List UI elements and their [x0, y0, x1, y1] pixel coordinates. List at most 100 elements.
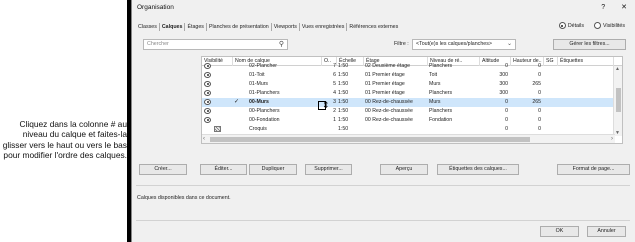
search-placeholder: Chercher — [147, 41, 169, 47]
eye-icon[interactable] — [204, 117, 211, 123]
cell-story: 01 Premier étage — [365, 72, 405, 78]
table-row[interactable]: 02-Plancher 7 1:50 02 Deuxième étage Planche… — [202, 62, 614, 71]
cell-story — [365, 125, 427, 134]
tab-classes[interactable]: Classes — [136, 23, 160, 31]
visibility-label: Visibilités — [603, 22, 625, 29]
help-icon[interactable]: ? — [601, 0, 605, 16]
cell-order: 7 — [333, 63, 336, 69]
cell-name: 01-Toit — [249, 72, 265, 78]
cell-story: 00 Rez-de-chaussée — [365, 108, 413, 114]
active-layer-check-icon: ✓ — [234, 99, 240, 105]
preview-button[interactable]: Aperçu — [380, 164, 428, 175]
layer-labels-button[interactable]: Étiquettes des calques... — [437, 164, 519, 175]
edit-button[interactable]: Éditer... — [200, 164, 247, 175]
cell-name: 02-Plancher — [249, 63, 277, 69]
cancel-button[interactable]: Annuler — [587, 226, 626, 237]
edit-filters-button[interactable]: Gérer les filtres... — [553, 39, 626, 50]
cell-alt: 0 — [505, 63, 508, 69]
create-button[interactable]: Créer... — [139, 164, 187, 175]
scroll-right-icon[interactable]: › — [611, 135, 613, 143]
eye-icon[interactable] — [204, 72, 211, 78]
divider — [136, 220, 630, 221]
delete-button[interactable]: Supprimer... — [305, 164, 352, 175]
cell-alt: 300 — [499, 72, 508, 78]
cell-scale: 1:50 — [338, 90, 349, 96]
cell-order: 5 — [333, 81, 336, 87]
filter-select[interactable]: <Tout(e)s les calques/planches> ⌄ — [412, 39, 516, 50]
drag-cursor-icon: ⇕ — [322, 100, 330, 110]
status-text: Calques disponibles dans ce document. — [137, 195, 231, 201]
cell-scale: 1:50 — [338, 63, 349, 69]
visibility-radio[interactable]: Visibilités — [594, 22, 625, 29]
scroll-up-icon[interactable]: ▲ — [615, 66, 620, 72]
cell-order: 1 — [333, 117, 336, 123]
table-row[interactable]: 01-Murs 5 1:50 01 Premier étage Murs 300 265 — [202, 80, 614, 89]
cell-level — [429, 125, 479, 134]
close-icon[interactable]: ✕ — [621, 0, 627, 16]
table-row[interactable]: 01-Planchers 4 1:50 01 Premier étage Planche… — [202, 89, 614, 98]
table-row[interactable]: Croquis 1:50 0 0 — [202, 125, 614, 134]
eye-icon[interactable] — [204, 99, 211, 105]
cell-scale: 1:50 — [338, 126, 349, 132]
cell-level: Planchers — [429, 90, 453, 96]
tab-calques[interactable]: Calques — [160, 23, 186, 31]
hidden-layer-icon[interactable] — [214, 126, 221, 132]
cell-order: 4 — [333, 90, 336, 96]
radio-dot-icon — [558, 22, 566, 29]
title-bar: Organisation ? ✕ — [132, 0, 635, 16]
tab-references[interactable]: Références externes — [347, 23, 400, 31]
cell-story: 02 Deuxième étage — [365, 63, 410, 69]
cell-alt: 0 — [505, 126, 508, 132]
details-radio[interactable]: Détails — [558, 22, 584, 29]
cell-level: Planchers — [429, 108, 453, 114]
search-input[interactable]: Chercher ⚲ — [143, 39, 288, 50]
eye-icon[interactable] — [204, 81, 211, 87]
horizontal-scrollbar[interactable]: ‹ › — [202, 134, 615, 143]
cell-scale: 1:50 — [338, 99, 349, 105]
tab-viewports[interactable]: Viewports — [272, 23, 300, 31]
cell-alt: 300 — [499, 90, 508, 96]
cell-height: 0 — [538, 117, 541, 123]
chevron-down-icon: ⌄ — [506, 41, 512, 47]
cell-name: 00-Planchers — [249, 108, 280, 114]
scroll-left-icon[interactable]: ‹ — [203, 135, 205, 143]
view-mode-group: Détails Visibilités — [558, 22, 625, 29]
cell-alt: 0 — [505, 99, 508, 105]
cell-story: 01 Premier étage — [365, 90, 405, 96]
table-row[interactable]: ✓ 00-Murs 3 1:50 00 Rez-de-chaussée Murs 0 265 — [202, 98, 614, 107]
cell-height: 0 — [538, 90, 541, 96]
cell-name: Croquis — [249, 126, 267, 132]
cell-scale: 1:50 — [338, 117, 349, 123]
tab-planches[interactable]: Planches de présentation — [207, 23, 272, 31]
scroll-down-icon[interactable]: ▼ — [615, 130, 620, 136]
scroll-thumb[interactable] — [616, 88, 621, 112]
scroll-thumb[interactable] — [210, 137, 530, 142]
tab-etages[interactable]: Étages — [185, 23, 207, 31]
cell-height: 0 — [538, 63, 541, 69]
window-title: Organisation — [137, 4, 174, 11]
filter-label: Filtre : — [394, 41, 409, 47]
duplicate-button[interactable]: Dupliquer — [249, 164, 297, 175]
cell-height: 0 — [538, 126, 541, 132]
ok-button[interactable]: OK — [540, 226, 579, 237]
cell-name: 01-Murs — [249, 81, 269, 87]
cell-height: 0 — [538, 108, 541, 114]
table-row[interactable]: 00-Fondation 1 1:50 00 Rez-de-chaussée Fonda… — [202, 116, 614, 125]
cell-alt: 0 — [505, 117, 508, 123]
table-row[interactable]: 01-Toit 6 1:50 01 Premier étage Toit 300 0 — [202, 71, 614, 80]
eye-icon[interactable] — [204, 90, 211, 96]
cell-level: Fondation — [429, 117, 453, 123]
tab-vues[interactable]: Vues enregistrées — [300, 23, 348, 31]
cell-level: Planchers — [429, 63, 453, 69]
vertical-scrollbar[interactable]: ▲ ▼ — [613, 66, 622, 136]
cell-alt: 300 — [499, 81, 508, 87]
cell-scale: 1:50 — [338, 72, 349, 78]
cell-level: Toit — [429, 72, 438, 78]
eye-icon[interactable] — [204, 108, 211, 114]
eye-icon[interactable] — [204, 63, 211, 69]
cell-height: 265 — [532, 81, 541, 87]
callout-text: Cliquez dans la colonne # au niveau du c… — [2, 119, 127, 161]
cell-name: 00-Fondation — [249, 117, 280, 123]
table-row[interactable]: 00-Planchers 2 1:50 00 Rez-de-chaussée Planc… — [202, 107, 614, 116]
page-format-button[interactable]: Format de page... — [557, 164, 630, 175]
